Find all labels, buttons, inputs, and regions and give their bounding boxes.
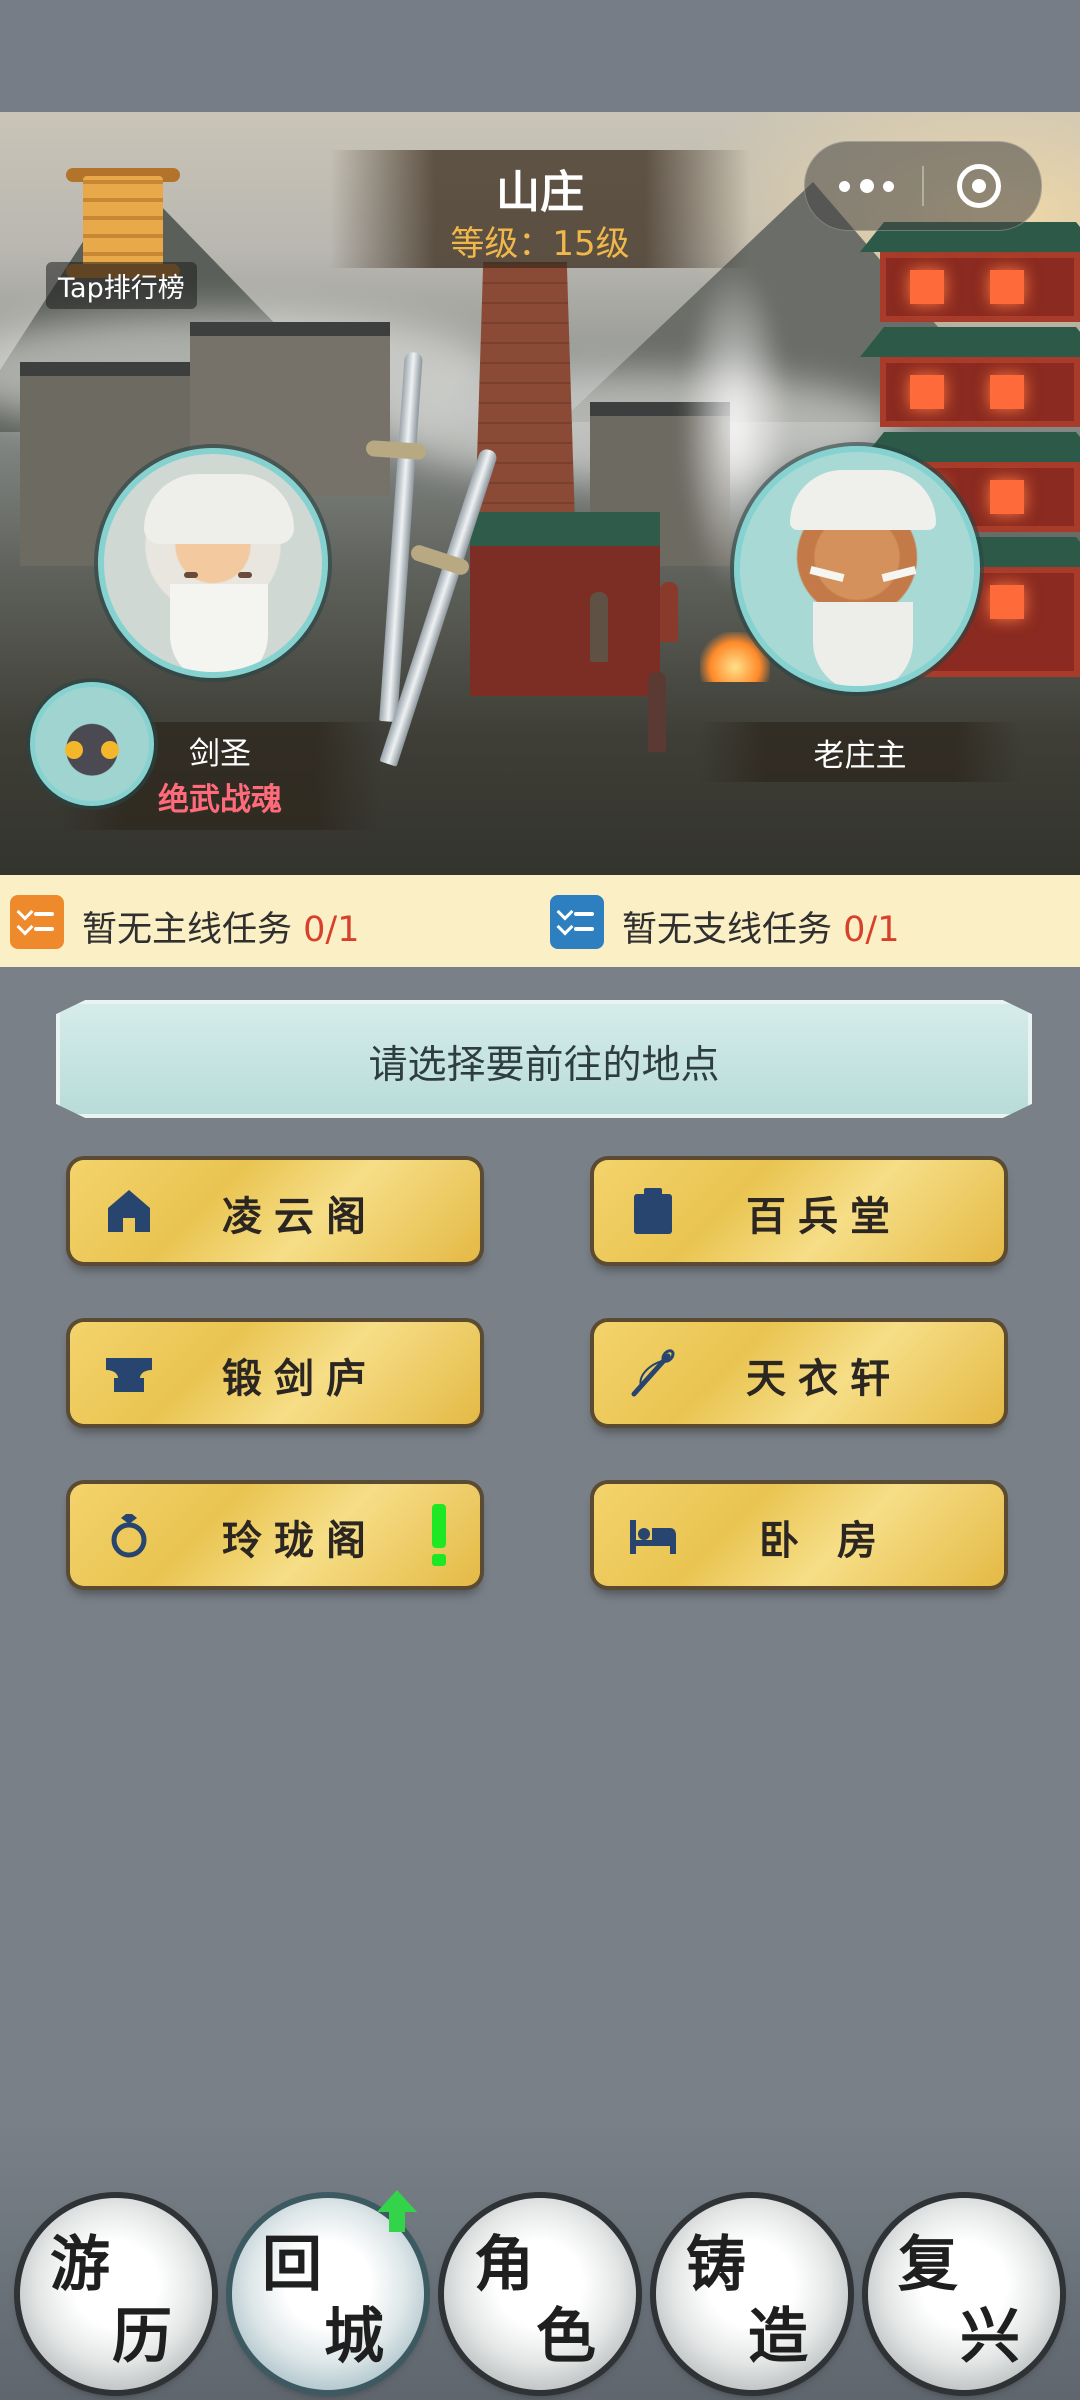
villager: [660, 582, 678, 642]
house-icon: [108, 1190, 150, 1232]
ring-icon: [111, 1514, 147, 1558]
location-sword-forge[interactable]: 锻剑庐: [70, 1322, 480, 1424]
checklist-icon: [550, 895, 604, 949]
side-quest[interactable]: 暂无支线任务 0/1: [550, 895, 1050, 950]
red-temple: [470, 512, 660, 696]
level-text: 等级：15级: [450, 224, 630, 264]
title-banner: 山庄 等级：15级: [330, 150, 750, 268]
task-bar: 暂无主线任务 0/1 暂无支线任务 0/1: [0, 875, 1080, 967]
location-label: 百兵堂: [746, 1194, 902, 1240]
nav-return-city[interactable]: 回 城: [232, 2190, 424, 2390]
miniprogram-capsule: [804, 141, 1042, 231]
location-label: 凌云阁: [222, 1194, 378, 1240]
alert-exclamation-icon: [432, 1504, 446, 1566]
nav-character[interactable]: 角 色: [444, 2198, 636, 2390]
village-scene: Tap排行榜 山庄 等级：15级 剑圣 绝武战魂 老庄主: [0, 112, 1080, 875]
location-armory-hall[interactable]: 百兵堂: [594, 1160, 1004, 1262]
clipboard-icon: [634, 1188, 672, 1234]
location-label: 卧 房: [759, 1518, 889, 1564]
capsule-divider: [922, 166, 924, 206]
location-linglong-pavilion[interactable]: 玲珑阁: [70, 1484, 480, 1586]
destination-prompt: 请选择要前往的地点: [56, 1000, 1032, 1118]
nav-forge[interactable]: 铸 造: [656, 2198, 848, 2390]
bed-icon: [630, 1520, 676, 1554]
npc-master-band: 老庄主: [700, 722, 1020, 782]
npc-master-portrait[interactable]: [734, 446, 980, 692]
pet-avatar[interactable]: [30, 682, 154, 806]
main-quest-text: 暂无主线任务 0/1: [82, 910, 360, 950]
leaderboard-label[interactable]: Tap排行榜: [46, 262, 197, 309]
location-tailor-pavilion[interactable]: 天衣轩: [594, 1322, 1004, 1424]
checklist-icon: [10, 895, 64, 949]
up-arrow-icon: [377, 2190, 417, 2234]
side-quest-text: 暂无支线任务 0/1: [622, 910, 900, 950]
status-bar: [0, 0, 1080, 112]
main-quest[interactable]: 暂无主线任务 0/1: [10, 895, 470, 950]
nav-revival[interactable]: 复 兴: [868, 2198, 1060, 2390]
target-close-icon[interactable]: [957, 164, 1001, 208]
needle-icon: [631, 1349, 675, 1397]
nav-travel[interactable]: 游 历: [20, 2198, 212, 2390]
villager: [590, 592, 608, 662]
location-label: 锻剑庐: [222, 1356, 378, 1402]
npc-sage-portrait[interactable]: [98, 448, 328, 678]
location-label: 天衣轩: [746, 1356, 902, 1402]
location-bedroom[interactable]: 卧 房: [594, 1484, 1004, 1586]
scroll-icon: [83, 176, 163, 270]
location-lingyun-pavilion[interactable]: 凌云阁: [70, 1160, 480, 1262]
location-label: 玲珑阁: [222, 1518, 378, 1564]
villager: [648, 672, 666, 752]
anvil-icon: [106, 1358, 152, 1392]
prompt-text: 请选择要前往的地点: [368, 1043, 720, 1088]
npc-name: 老庄主: [813, 738, 907, 774]
more-dots-icon[interactable]: [831, 164, 901, 208]
page-title: 山庄: [496, 167, 584, 218]
